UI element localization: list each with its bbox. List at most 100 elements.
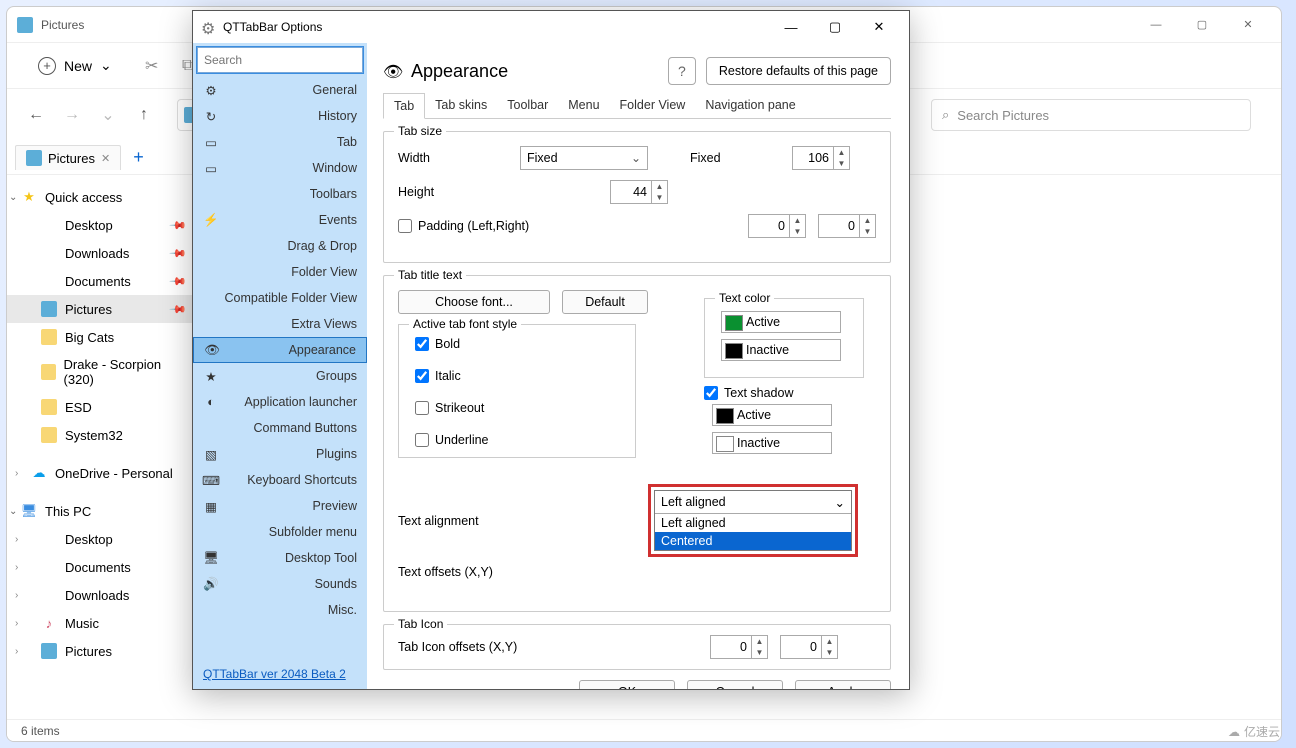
category-events[interactable]: ⚡Events: [193, 207, 367, 233]
apply-button[interactable]: Apply: [795, 680, 891, 689]
text-alignment-dropdown[interactable]: Left aligned⌄ Left aligned Centered: [654, 490, 852, 551]
align-option-centered[interactable]: Centered: [655, 532, 851, 550]
folder-icon: [41, 329, 57, 345]
version-link[interactable]: QTTabBar ver 2048 Beta 2: [193, 659, 367, 689]
cancel-button[interactable]: Cancel: [687, 680, 783, 689]
category-appearance[interactable]: 👁Appearance: [193, 337, 367, 363]
category-icon: ▭: [203, 134, 219, 150]
sidebar-item-desktop[interactable]: Desktop📌: [7, 211, 193, 239]
sidebar-pc-pictures[interactable]: ›Pictures: [7, 637, 193, 665]
sidebar-item-system32[interactable]: System32: [7, 421, 193, 449]
strikeout-checkbox[interactable]: Strikeout: [415, 401, 619, 415]
subtab-navigation-pane[interactable]: Navigation pane: [695, 93, 805, 118]
ok-button[interactable]: OK: [579, 680, 675, 689]
close-button[interactable]: ✕: [857, 13, 901, 41]
pin-icon: 📌: [169, 272, 188, 291]
restore-defaults-button[interactable]: Restore defaults of this page: [706, 57, 891, 85]
sidebar-pc-downloads[interactable]: ›Downloads: [7, 581, 193, 609]
sidebar-item-downloads[interactable]: Downloads📌: [7, 239, 193, 267]
minimize-button[interactable]: —: [1133, 9, 1179, 41]
choose-font-button[interactable]: Choose font...: [398, 290, 550, 314]
sidebar-item-esd[interactable]: ESD: [7, 393, 193, 421]
category-application-launcher[interactable]: ◐Application launcher: [193, 389, 367, 415]
search-input[interactable]: ⌕ Search Pictures: [931, 99, 1251, 131]
sidebar-pc-music[interactable]: ›♪Music: [7, 609, 193, 637]
underline-checkbox[interactable]: Underline: [415, 433, 619, 447]
category-groups[interactable]: ★Groups: [193, 363, 367, 389]
category-command-buttons[interactable]: Command Buttons: [193, 415, 367, 441]
category-icon: 🖥: [203, 550, 219, 566]
subtab-folder-view[interactable]: Folder View: [610, 93, 696, 118]
category-plugins[interactable]: ▧Plugins: [193, 441, 367, 467]
shadow-active-color[interactable]: Active: [712, 404, 832, 426]
padding-left-spinner[interactable]: ▲▼: [748, 214, 806, 238]
sidebar-onedrive[interactable]: › ☁ OneDrive - Personal: [7, 459, 193, 487]
subtab-tab[interactable]: Tab: [383, 93, 425, 119]
fixed-width-spinner[interactable]: ▲▼: [792, 146, 850, 170]
padding-right-spinner[interactable]: ▲▼: [818, 214, 876, 238]
height-spinner[interactable]: ▲▼: [610, 180, 668, 204]
default-font-button[interactable]: Default: [562, 290, 648, 314]
new-button[interactable]: + New ⌄: [25, 50, 125, 82]
category-folder-view[interactable]: Folder View: [193, 259, 367, 285]
category-icon: ▧: [203, 446, 219, 462]
category-desktop-tool[interactable]: 🖥Desktop Tool: [193, 545, 367, 571]
inactive-color[interactable]: Inactive: [721, 339, 841, 361]
category-history[interactable]: ↻History: [193, 103, 367, 129]
sidebar-item-pictures[interactable]: Pictures📌: [7, 295, 193, 323]
options-dialog: ⚙ QTTabBar Options — ▢ ✕ ⚙General↻Histor…: [192, 10, 910, 690]
up-button[interactable]: ↑: [133, 104, 155, 126]
help-button[interactable]: ?: [668, 57, 696, 85]
recent-dropdown[interactable]: ⌄: [97, 104, 119, 126]
category-tab[interactable]: ▭Tab: [193, 129, 367, 155]
minimize-button[interactable]: —: [769, 13, 813, 41]
pictures-icon: [17, 17, 33, 33]
category-icon: [203, 524, 219, 540]
subtab-menu[interactable]: Menu: [558, 93, 609, 118]
icon-offset-y-spinner[interactable]: ▲▼: [780, 635, 838, 659]
sidebar-this-pc[interactable]: ⌄ 🖥 This PC: [7, 497, 193, 525]
cut-icon[interactable]: ✂: [143, 57, 161, 75]
sidebar-pc-desktop[interactable]: ›Desktop: [7, 525, 193, 553]
text-shadow-checkbox[interactable]: Text shadow: [704, 386, 876, 400]
align-option-left[interactable]: Left aligned: [655, 514, 851, 532]
add-tab-button[interactable]: +: [127, 145, 150, 170]
back-button[interactable]: ←: [25, 104, 47, 126]
subtab-toolbar[interactable]: Toolbar: [497, 93, 558, 118]
active-color[interactable]: Active: [721, 311, 841, 333]
category-window[interactable]: ▭Window: [193, 155, 367, 181]
options-search-input[interactable]: [197, 47, 363, 73]
subtab-tab-skins[interactable]: Tab skins: [425, 93, 497, 118]
forward-button[interactable]: →: [61, 104, 83, 126]
bold-checkbox[interactable]: Bold: [415, 337, 619, 351]
category-keyboard-shortcuts[interactable]: ⌨Keyboard Shortcuts: [193, 467, 367, 493]
width-mode-combo[interactable]: Fixed: [520, 146, 648, 170]
category-toolbars[interactable]: Toolbars: [193, 181, 367, 207]
category-drag-drop[interactable]: Drag & Drop: [193, 233, 367, 259]
category-preview[interactable]: ▦Preview: [193, 493, 367, 519]
sidebar-item-big-cats[interactable]: Big Cats: [7, 323, 193, 351]
sidebar-item-drake-scorpion-320-[interactable]: Drake - Scorpion (320): [7, 351, 193, 393]
close-button[interactable]: ✕: [1225, 9, 1271, 41]
category-subfolder-menu[interactable]: Subfolder menu: [193, 519, 367, 545]
doc-icon: [41, 273, 57, 289]
maximize-button[interactable]: ▢: [1179, 9, 1225, 41]
sidebar-item-documents[interactable]: Documents📌: [7, 267, 193, 295]
italic-checkbox[interactable]: Italic: [415, 369, 619, 383]
plus-icon: +: [38, 57, 56, 75]
close-tab-icon[interactable]: ✕: [101, 152, 110, 165]
pin-icon: 📌: [169, 244, 188, 263]
sidebar-quick-access[interactable]: ⌄ ★ Quick access: [7, 183, 193, 211]
padding-checkbox[interactable]: Padding (Left,Right): [398, 219, 529, 233]
maximize-button[interactable]: ▢: [813, 13, 857, 41]
icon-offset-x-spinner[interactable]: ▲▼: [710, 635, 768, 659]
options-titlebar[interactable]: ⚙ QTTabBar Options — ▢ ✕: [193, 11, 909, 43]
shadow-inactive-color[interactable]: Inactive: [712, 432, 832, 454]
category-general[interactable]: ⚙General: [193, 77, 367, 103]
tab-pictures[interactable]: Pictures ✕: [15, 145, 121, 170]
category-sounds[interactable]: 🔊Sounds: [193, 571, 367, 597]
category-compatible-folder-view[interactable]: Compatible Folder View: [193, 285, 367, 311]
category-misc-[interactable]: Misc.: [193, 597, 367, 623]
category-extra-views[interactable]: Extra Views: [193, 311, 367, 337]
sidebar-pc-documents[interactable]: ›Documents: [7, 553, 193, 581]
